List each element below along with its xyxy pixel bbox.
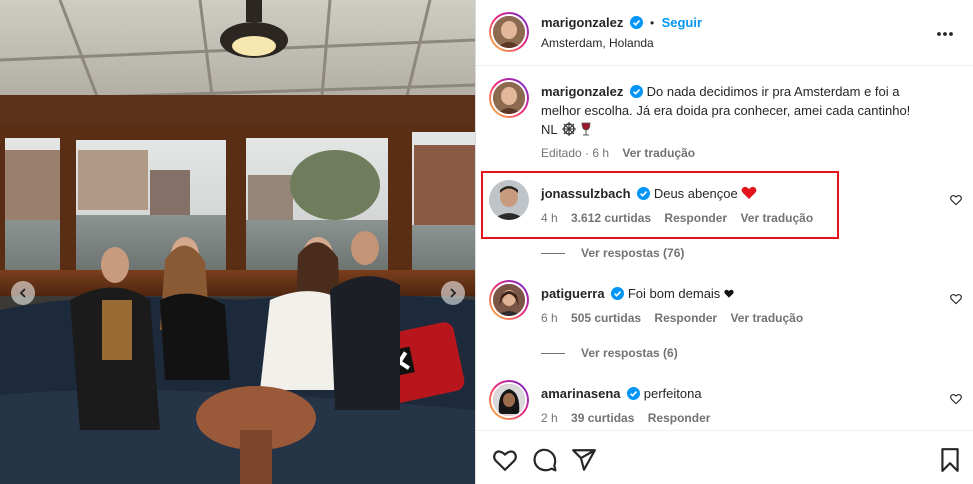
- comment-reply-button[interactable]: Responder: [648, 411, 711, 425]
- caption-text-3: NL: [541, 122, 558, 137]
- comment-time: 2 h: [541, 411, 558, 425]
- comment-like-heart-icon[interactable]: [950, 393, 962, 405]
- wine-glass-icon: [581, 122, 591, 136]
- caption-line-1: marigonzalez Do nada decidimos ir pra Am…: [541, 82, 900, 102]
- post-location[interactable]: Amsterdam, Holanda: [541, 36, 654, 50]
- avatar-image: [493, 284, 525, 316]
- comment-likes[interactable]: 39 curtidas: [571, 411, 634, 425]
- comment-like-heart-icon[interactable]: [950, 194, 962, 206]
- caption-text-1: Do nada decidimos ir pra Amsterdam e foi…: [646, 84, 900, 99]
- follow-button[interactable]: Seguir: [662, 15, 702, 30]
- caption-translate-link[interactable]: Ver tradução: [622, 146, 695, 160]
- caption-text-2: melhor escolha. Já era doida pra conhece…: [541, 103, 911, 118]
- share-send-icon[interactable]: [571, 447, 597, 473]
- comment-time: 6 h: [541, 311, 558, 325]
- comment-likes[interactable]: 505 curtidas: [571, 311, 641, 325]
- comment-avatar[interactable]: [489, 380, 529, 420]
- chevron-right-icon: [450, 288, 457, 298]
- more-horizontal-icon: [937, 32, 953, 36]
- post-action-bar: [476, 430, 973, 484]
- comment-meta: 2 h 39 curtidas Responder: [541, 411, 720, 425]
- emoji-icons: [561, 122, 591, 136]
- comment-reply-button[interactable]: Responder: [654, 311, 717, 325]
- boat-interior-photo: [0, 0, 475, 484]
- verified-badge-icon: [629, 16, 643, 29]
- carousel-next-button[interactable]: [441, 281, 465, 305]
- caption-meta: Editado · 6 h Ver tradução: [541, 146, 705, 160]
- replies-dash: [541, 253, 565, 255]
- header-divider: [476, 65, 973, 66]
- ship-wheel-icon: [561, 122, 576, 136]
- comment-translate-link[interactable]: Ver tradução: [730, 311, 803, 325]
- post-detail-panel: marigonzalez • Seguir Amsterdam, Holanda…: [475, 0, 973, 484]
- author-username[interactable]: marigonzalez: [541, 15, 623, 30]
- caption-author-avatar[interactable]: [489, 78, 529, 118]
- comment-line: patiguerra Foi bom demais: [541, 284, 734, 304]
- comment-avatar[interactable]: [489, 280, 529, 320]
- verified-badge-icon: [611, 287, 625, 300]
- avatar-image: [493, 82, 525, 114]
- save-bookmark-icon[interactable]: [937, 447, 963, 473]
- caption-edited: Editado · 6 h: [541, 146, 610, 160]
- comment-line: amarinasena perfeitona: [541, 384, 702, 404]
- verified-badge-icon: [627, 387, 641, 400]
- chevron-left-icon: [19, 288, 26, 298]
- post-header: marigonzalez • Seguir: [541, 15, 702, 30]
- view-replies-button[interactable]: Ver respostas (6): [541, 346, 678, 360]
- like-heart-icon[interactable]: [492, 447, 518, 473]
- view-replies-label: Ver respostas (76): [581, 246, 685, 260]
- verified-badge-icon: [629, 85, 643, 98]
- post-photo: [0, 0, 475, 484]
- black-heart-emoji-icon: [724, 289, 734, 298]
- view-replies-button[interactable]: Ver respostas (76): [541, 246, 684, 260]
- comment-bubble-icon[interactable]: [532, 447, 558, 473]
- separator-dot: •: [650, 16, 655, 30]
- caption-author-username[interactable]: marigonzalez: [541, 84, 623, 99]
- author-avatar[interactable]: [489, 12, 529, 52]
- comment-like-heart-icon[interactable]: [950, 293, 962, 305]
- comment-meta: 6 h 505 curtidas Responder Ver tradução: [541, 311, 813, 325]
- carousel-prev-button[interactable]: [11, 281, 35, 305]
- view-replies-label: Ver respostas (6): [581, 346, 678, 360]
- comment-author-username[interactable]: patiguerra: [541, 286, 605, 301]
- comment-text: Foi bom demais: [627, 286, 721, 301]
- avatar-image: [493, 16, 525, 48]
- comment-text: perfeitona: [643, 386, 702, 401]
- avatar-image: [493, 384, 525, 416]
- more-options-button[interactable]: [936, 26, 954, 40]
- caption-line-3: NL: [541, 120, 595, 140]
- comment-author-username[interactable]: amarinasena: [541, 386, 621, 401]
- replies-dash: [541, 353, 565, 355]
- highlight-box: [481, 171, 839, 239]
